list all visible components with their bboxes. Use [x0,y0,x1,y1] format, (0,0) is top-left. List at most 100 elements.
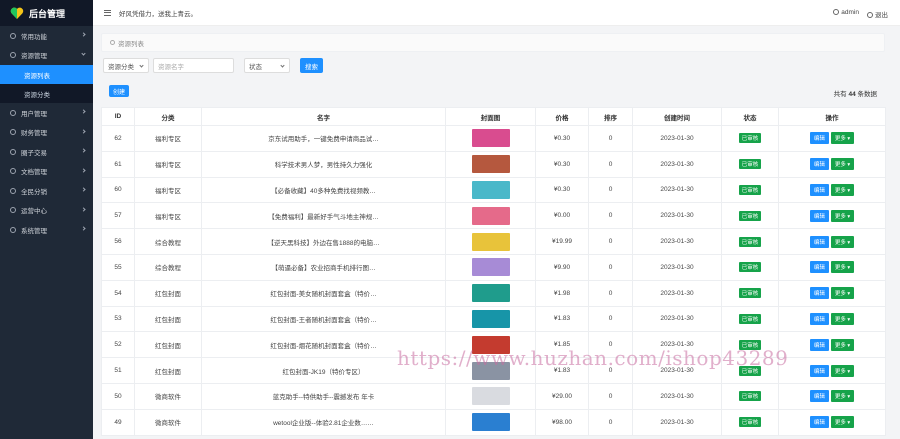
sidebar-item[interactable]: 圈子交易 [0,142,93,162]
cell-category: 红包封面 [134,305,202,333]
more-dropdown-button[interactable]: 更多 ▾ [830,132,855,145]
sidebar-item[interactable]: 财务管理 [0,123,93,143]
more-dropdown-button[interactable]: 更多 ▾ [830,338,855,351]
caret-down-icon: ▾ [845,213,851,220]
sidebar-item-label: 全民分销 [21,188,47,196]
user-menu[interactable]: admin [833,9,859,19]
cover-thumbnail[interactable] [471,413,510,432]
edit-button[interactable]: 编辑 [809,209,829,222]
edit-button[interactable]: 编辑 [809,390,829,403]
cover-thumbnail[interactable] [471,129,510,148]
sidebar-item[interactable]: 文档管理 [0,162,93,182]
status-badge: 已审核 [738,288,762,299]
more-dropdown-button[interactable]: 更多 ▾ [830,390,855,403]
more-label: 更多 [834,368,846,375]
cover-thumbnail[interactable] [471,232,510,251]
total-suffix: 条数据 [857,91,878,98]
status-badge: 已审核 [738,184,762,195]
edit-button[interactable]: 编辑 [809,364,829,377]
edit-button[interactable]: 编辑 [809,261,829,274]
search-button[interactable]: 搜索 [300,58,323,73]
sidebar-subitem[interactable]: 资源列表 [0,65,93,84]
top-header: 好风凭借力，送我上青云。 admin 退出 [93,0,900,26]
cell-id: 60 [101,176,135,204]
main-content: 资源列表 资源分类 资源名字 状态 搜索 创建 共有 44 条数据 ID 分类 名字… [101,33,886,439]
cover-thumbnail[interactable] [471,309,510,328]
caret-down-icon: ▾ [845,187,851,194]
more-dropdown-button[interactable]: 更多 ▾ [830,287,855,300]
cover-thumbnail[interactable] [471,258,510,277]
menu-toggle-icon[interactable] [104,8,111,17]
more-label: 更多 [834,239,846,246]
create-button[interactable]: 创建 [109,85,129,97]
column-header: ID [101,107,135,126]
sidebar-item-label: 用户管理 [21,110,47,118]
sidebar-item[interactable]: 运营中心 [0,201,93,221]
caret-down-icon: ▾ [845,162,851,169]
cell-price: ¥9.90 [535,253,589,281]
table-row: 53 红包封面 红包封面-王者随机封面套盒（特价… ¥1.83 0 2023-01-30 已… [101,305,886,333]
cover-thumbnail[interactable] [471,180,510,199]
cell-id: 53 [101,305,135,333]
logout-button[interactable]: 退出 [867,9,888,19]
cell-id: 55 [101,253,135,281]
more-dropdown-button[interactable]: 更多 ▾ [830,183,855,196]
more-label: 更多 [834,162,846,169]
sidebar-item-label: 资源管理 [21,53,47,61]
cell-sort: 0 [588,176,633,204]
more-dropdown-button[interactable]: 更多 ▾ [830,312,855,325]
sidebar-item[interactable]: 用户管理 [0,103,93,123]
sidebar-item-label: 系统管理 [21,227,47,235]
cell-cover [445,279,536,307]
edit-button[interactable]: 编辑 [809,416,829,429]
brand[interactable]: 后台管理 [0,0,93,26]
category-select[interactable]: 资源分类 [103,58,149,73]
sidebar-item[interactable]: 全民分销 [0,181,93,201]
status-select[interactable]: 状态 [244,58,290,73]
caret-down-icon: ▾ [845,265,851,272]
cell-actions: 编辑 更多 ▾ [778,150,886,178]
cell-sort: 0 [588,150,633,178]
cover-thumbnail[interactable] [471,206,510,225]
cell-actions: 编辑 更多 ▾ [778,228,886,255]
watermark: https://www.huzhan.com/ishop43289 [397,346,789,370]
sidebar-item[interactable]: 资源管理 [0,46,93,66]
sidebar-subitem[interactable]: 资源分类 [0,84,93,103]
sidebar-item[interactable]: 系统管理 [0,220,93,240]
edit-button[interactable]: 编辑 [809,287,829,300]
username: admin [841,9,859,16]
edit-button[interactable]: 编辑 [809,338,829,351]
sidebar-subitem-label: 资源分类 [24,91,50,99]
name-search-input[interactable]: 资源名字 [153,58,234,73]
table-row: 62 福利专区 京东试用助手，一键免费申请商品试… ¥0.30 0 2023-01-30 已… [101,125,886,152]
section-title: 资源列表 [118,40,144,48]
cell-id: 54 [101,279,135,307]
chevron-icon [81,148,86,153]
cover-thumbnail[interactable] [471,284,510,303]
column-header: 名字 [201,107,446,126]
sidebar-item[interactable]: 常用功能 [0,26,93,46]
cover-thumbnail[interactable] [471,155,510,174]
edit-button[interactable]: 编辑 [809,183,829,196]
more-dropdown-button[interactable]: 更多 ▾ [830,158,855,171]
menu-item-icon [10,52,16,59]
more-dropdown-button[interactable]: 更多 ▾ [830,235,855,248]
more-dropdown-button[interactable]: 更多 ▾ [830,261,855,274]
edit-button[interactable]: 编辑 [809,235,829,248]
cell-actions: 编辑 更多 ▾ [778,331,886,359]
menu-item-icon [10,129,16,136]
more-dropdown-button[interactable]: 更多 ▾ [830,416,855,429]
cell-cover [445,382,536,410]
cell-status: 已审核 [721,279,779,307]
cell-category: 红包封面 [134,331,202,359]
edit-button[interactable]: 编辑 [809,132,829,145]
chevron-icon [81,167,86,173]
sidebar-item-label: 常用功能 [21,33,47,41]
more-dropdown-button[interactable]: 更多 ▾ [830,364,855,377]
cover-thumbnail[interactable] [471,387,510,406]
edit-button[interactable]: 编辑 [809,312,829,325]
cell-category: 福利专区 [134,150,202,178]
more-dropdown-button[interactable]: 更多 ▾ [830,209,855,222]
edit-button[interactable]: 编辑 [809,158,829,171]
cell-created: 2023-01-30 [632,408,722,436]
